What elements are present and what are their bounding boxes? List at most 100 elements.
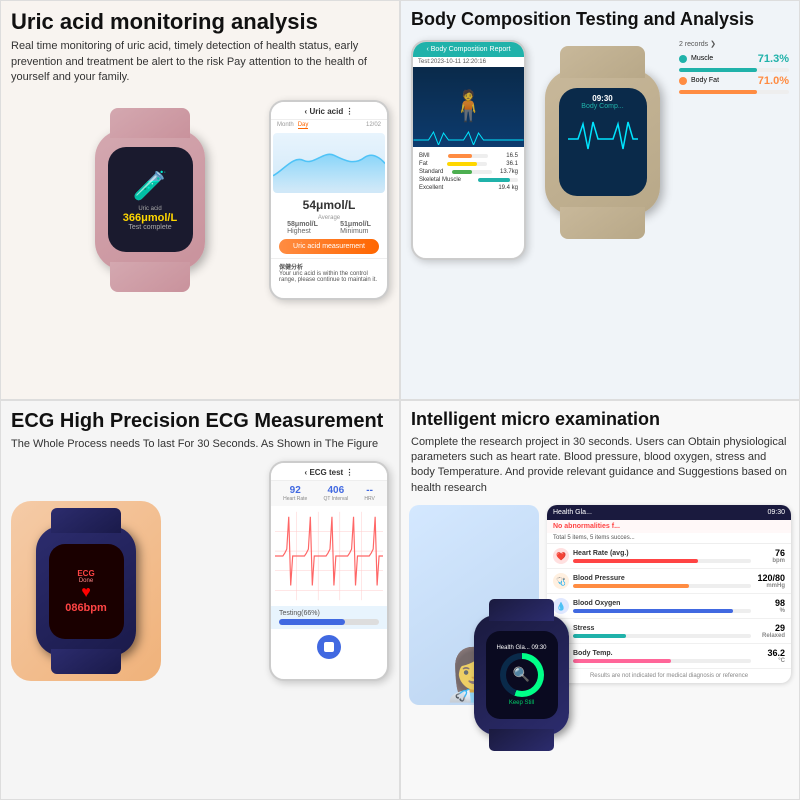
date-label: 12/02: [366, 122, 381, 129]
temp-bar: [573, 659, 751, 663]
uric-acid-watch: 🧪 Uric acid 366μmol/L Test complete: [95, 130, 205, 270]
tab-day[interactable]: Day: [298, 122, 309, 129]
excellent-row: Excellent 19.4 kg: [419, 185, 518, 191]
panel-header: Health Gla... 09:30: [547, 505, 791, 520]
test-date: Test:2023-10-11 12:20:16: [413, 57, 524, 67]
tab-month[interactable]: Month: [277, 122, 294, 129]
body-figure-area: 🧍: [413, 67, 524, 147]
stress-info: Stress: [573, 625, 751, 638]
qt-stat: 406 QT Interval: [324, 485, 349, 502]
stress-bar-fill: [573, 634, 626, 638]
w2-time: 09:30: [592, 94, 612, 103]
watch-strap-top: [110, 108, 190, 138]
standard-value: 13.7kg: [500, 169, 518, 175]
hand-background: ECG Done ♥ 086bpm: [11, 501, 161, 681]
temp-value-display: 36.2 °C: [755, 648, 785, 664]
watch-screen: 🧪 Uric acid 366μmol/L Test complete: [108, 147, 193, 252]
uric-chart: [273, 133, 385, 193]
stress-metric: 🧘 Stress 29 Relaxed: [547, 619, 791, 644]
keep-still-label: Keep Still: [509, 700, 534, 706]
bmi-bar: [448, 154, 488, 158]
heart-icon-metric: ❤️: [553, 548, 569, 564]
temp-info: Body Temp.: [573, 650, 751, 663]
oxygen-name: Blood Oxygen: [573, 600, 751, 607]
hrv-value: --: [364, 485, 374, 496]
bp-name: Blood Pressure: [573, 575, 751, 582]
hand-watch-area: ECG Done ♥ 086bpm: [11, 461, 161, 681]
ecg-watch-strap-bottom: [51, 649, 121, 674]
micro-cell: Intelligent micro examination Complete t…: [400, 400, 800, 800]
qt-value: 406: [324, 485, 349, 496]
skeletal-bar: [478, 178, 518, 182]
bodyfat-bar-fill: [679, 90, 757, 94]
analysis-text: Your uric acid is within the control ran…: [279, 271, 379, 283]
micro-watch: Health Gla... 09:30 🔍 Keep Still: [474, 615, 569, 735]
bmi-value: 16.5: [506, 153, 518, 159]
oxygen-info: Blood Oxygen: [573, 600, 751, 613]
back-icon[interactable]: ‹: [305, 107, 308, 116]
health-inner: 🔍: [506, 659, 538, 691]
heart-rate-metric: ❤️ Heart Rate (avg.) 76 bpm: [547, 544, 791, 569]
ecg-title: ECG High Precision ECG Measurement: [1, 401, 399, 437]
phone-header: ‹ Uric acid ⋮: [271, 102, 387, 120]
bp-icon-metric: 🩺: [553, 573, 569, 589]
measurement-button[interactable]: Uric acid measurement: [279, 239, 379, 254]
share-icon-3[interactable]: ⋮: [345, 468, 353, 477]
ecg-watch-strap-top: [51, 508, 121, 533]
uric-acid-phone: ‹ Uric acid ⋮ Month Day 12/02: [269, 100, 389, 300]
oxygen-value-display: 98 %: [755, 598, 785, 614]
hr-info: Heart Rate (avg.): [573, 550, 751, 563]
disclaimer: Results are not indicated for medical di…: [547, 669, 791, 683]
standard-bar: [452, 170, 492, 174]
fat-row: Fat 36.1: [419, 161, 518, 167]
skeletal-row: Skeletal Muscle: [419, 177, 518, 183]
stress-value-display: 29 Relaxed: [755, 623, 785, 639]
micro-container: 👩‍⚕️ Health Gla... 09:30 🔍 Keep Still: [401, 500, 799, 740]
uric-chart-svg: [273, 133, 385, 193]
body-comp-cell: Body Composition Testing and Analysis ‹ …: [400, 0, 800, 400]
watch-strap-bottom: [110, 262, 190, 292]
sub-uric-values: 58μmol/L Highest 51μmol/L Minimum: [271, 221, 387, 235]
panel-alert: No abnormalities f...: [547, 520, 791, 533]
hr-bar: [573, 559, 751, 563]
ecg-tag: ECG: [77, 569, 94, 578]
ecg-line-small: [413, 130, 524, 145]
stop-button[interactable]: [317, 635, 341, 659]
muscle-dot: [679, 55, 687, 63]
temp-bar-fill: [573, 659, 671, 663]
stop-icon: [324, 642, 334, 652]
back-icon-2[interactable]: ‹: [426, 46, 428, 53]
body-comp-phone: ‹ Body Composition Report Test:2023-10-1…: [411, 40, 526, 260]
watch-strap-bottom-2: [560, 207, 645, 239]
fat-value: 36.1: [506, 161, 518, 167]
muscle-bar: [679, 68, 789, 72]
micro-subtitle: Complete the research project in 30 seco…: [401, 435, 799, 501]
bodyfat-dot: [679, 77, 687, 85]
ecg-container: ECG Done ♥ 086bpm ‹ ECG test ⋮: [1, 456, 399, 686]
body-ecg-svg: [568, 114, 638, 154]
health-circle: 🔍: [500, 653, 544, 697]
watch-strap-top-2: [560, 46, 645, 78]
hr-value-display: 76 bpm: [755, 548, 785, 564]
ecg-watch-screen: ECG Done ♥ 086bpm: [49, 544, 124, 639]
oxygen-metric: 💧 Blood Oxygen 98 %: [547, 594, 791, 619]
ecg-phone: ‹ ECG test ⋮ 92 Heart Rate 406 QT Interv…: [269, 461, 389, 681]
bmi-label: BMI: [419, 153, 430, 159]
low-value: 51μmol/L Minimum: [340, 221, 371, 235]
analysis-section: 保健分析 Your uric acid is within the contro…: [271, 258, 387, 286]
panel-title: Health Gla...: [553, 509, 592, 516]
body-comp-watch: 09:30 Body Comp...: [545, 70, 660, 215]
share-icon[interactable]: ⋮: [345, 107, 353, 116]
back-icon-3[interactable]: ‹: [305, 468, 308, 477]
high-value: 58μmol/L Highest: [287, 221, 318, 235]
records-label: 2 records ❯: [679, 40, 789, 48]
bpm-value: 086bpm: [65, 602, 107, 614]
uric-acid-watch-area: 🧪 Uric acid 366μmol/L Test complete ‹ Ur…: [1, 90, 399, 310]
panel-total: Total 5 items, 5 items succes...: [547, 533, 791, 544]
phone-tabs: Month Day 12/02: [271, 120, 387, 131]
w2-label: Body Comp...: [581, 103, 623, 110]
watch-uric-value: 366μmol/L: [123, 212, 177, 224]
fat-label: Fat: [419, 161, 428, 167]
ecg-cell: ECG High Precision ECG Measurement The W…: [0, 400, 400, 800]
ecg-phone-header: ‹ ECG test ⋮: [271, 463, 387, 481]
